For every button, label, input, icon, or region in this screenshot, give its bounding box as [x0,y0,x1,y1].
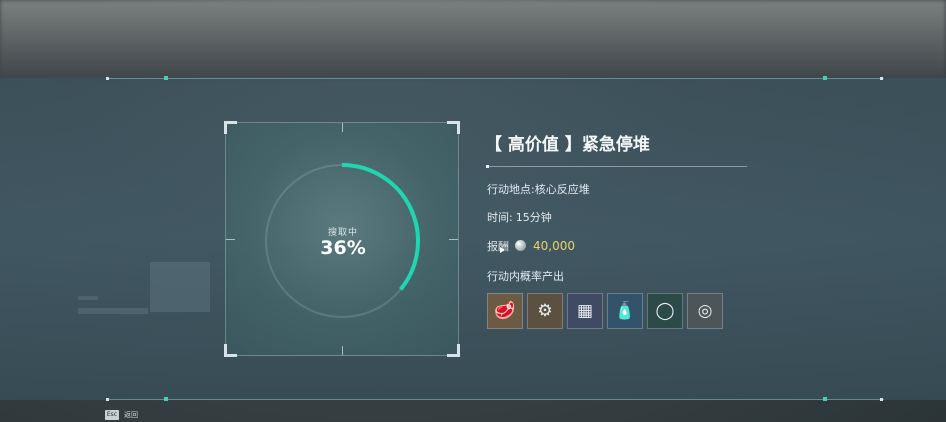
background-blur [0,0,946,80]
frame-marker [164,397,168,401]
location-value: 核心反应堆 [534,183,590,196]
time-row: 时间: 15分钟 [487,209,552,225]
drops-label: 行动内概率产出 [487,270,564,283]
bg-hud-row [78,296,98,300]
frame-line-top [108,78,884,79]
frame-tick [880,398,883,401]
canister-icon: 🧴 [614,300,636,321]
frame-tick [880,77,883,80]
reward-label: 报酬 [487,240,509,253]
mission-title: 【 高价值 】紧急停堆 [485,135,650,155]
reward-value: 40,000 [533,239,575,253]
bg-hud-block [150,262,210,312]
circuit-board-icon: ▦ [576,300,594,321]
frame-marker [823,397,827,401]
frame-marker [823,76,827,80]
drop-item[interactable]: ⚙ [527,293,563,329]
mouse-cursor-icon [500,247,505,253]
white-ring-icon: ◎ [697,300,713,321]
drop-item[interactable]: ◯ [647,293,683,329]
frame-line-bottom [108,399,884,400]
scan-progress-box: 搜取中 36% [224,121,460,357]
silver-coin-icon [514,240,526,251]
drop-item[interactable]: ◎ [687,293,723,329]
time-label: 时间: [487,211,513,224]
scan-percent: 36% [320,237,366,259]
location-row: 行动地点:核心反应堆 [487,181,590,197]
drop-item[interactable]: ▦ [567,293,603,329]
drop-item[interactable]: 🧴 [607,293,643,329]
back-button-label[interactable]: 返回 [124,410,138,420]
title-divider [487,166,747,167]
title-divider-marker [486,165,489,168]
frame-tick [106,77,109,80]
gear-device-icon: ⚙ [537,300,553,321]
bg-hud-row [78,308,148,314]
location-label: 行动地点: [487,183,535,196]
drop-items-list: 🥩 ⚙ ▦ 🧴 ◯ ◎ [487,293,723,329]
mission-panel [0,78,946,400]
frame-marker [164,76,168,80]
drop-item[interactable]: 🥩 [487,293,523,329]
orange-ring-icon: ◯ [655,300,675,321]
esc-key-icon[interactable]: Esc [105,410,119,420]
frame-tick [106,398,109,401]
time-value: 15分钟 [515,211,552,224]
ore-chunk-icon: 🥩 [494,300,516,321]
